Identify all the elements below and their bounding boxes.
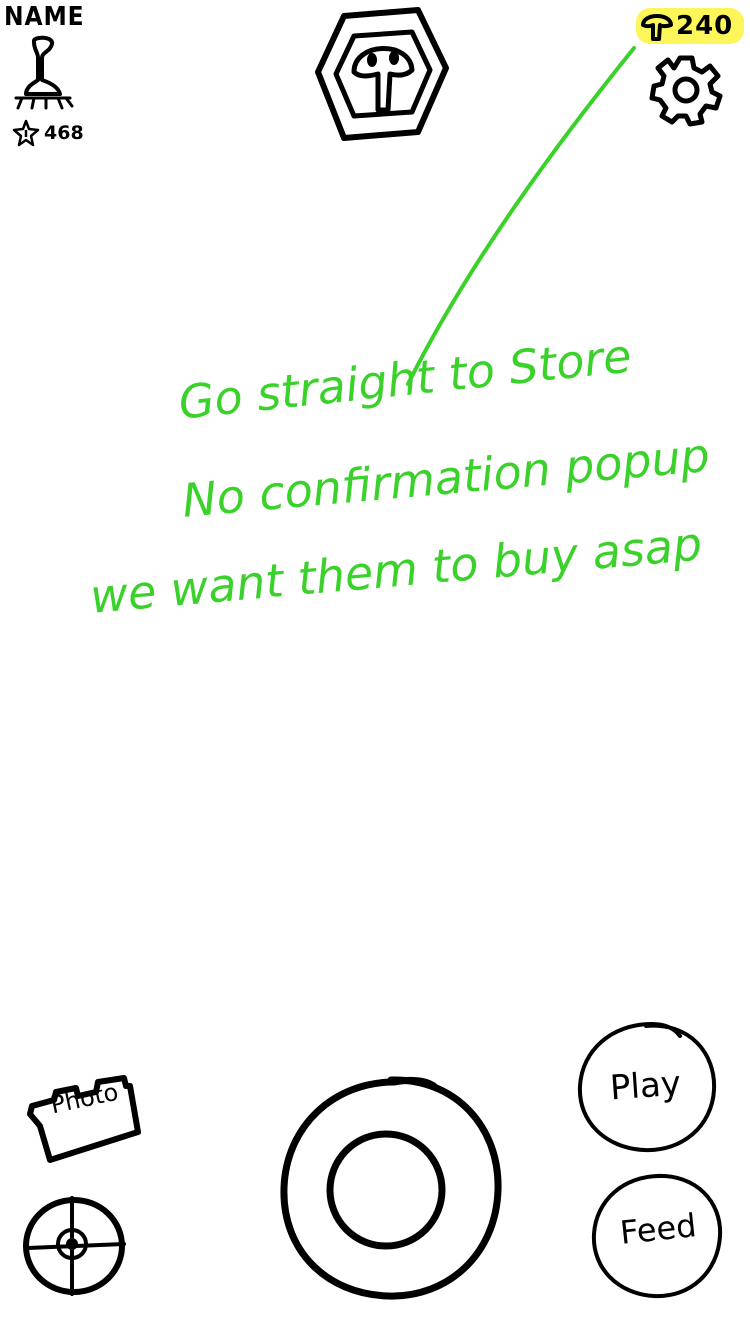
annotation-line-2: No confirmation popup — [180, 427, 712, 528]
annotation-line-3: we want them to buy asap — [88, 516, 705, 624]
star-icon — [12, 119, 40, 147]
crosshair-locate-icon[interactable] — [20, 1192, 128, 1296]
player-avatar-icon[interactable] — [12, 35, 74, 112]
feed-button-label: Feed — [618, 1206, 699, 1252]
photo-button[interactable] — [26, 1066, 146, 1166]
currency-amount: 240 — [676, 11, 734, 41]
star-count: 468 — [44, 122, 84, 144]
star-counter: 468 — [12, 118, 84, 148]
mushroom-hexagon-logo-icon[interactable] — [314, 2, 450, 142]
annotation-line-1: Go straight to Store — [176, 328, 634, 430]
play-button-label: Play — [608, 1063, 683, 1109]
gear-icon[interactable] — [649, 54, 723, 127]
player-name: NAME — [4, 2, 85, 32]
currency-store-button[interactable]: 240 — [636, 8, 744, 44]
capture-button[interactable] — [276, 1072, 506, 1302]
mushroom-currency-icon — [641, 14, 673, 41]
